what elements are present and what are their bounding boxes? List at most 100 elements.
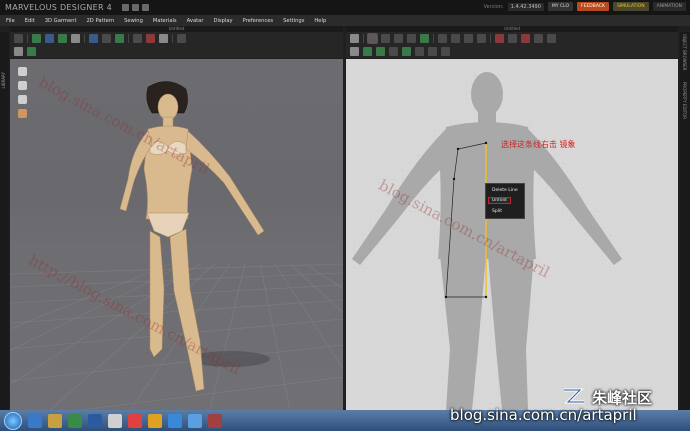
chrome-icon[interactable] bbox=[128, 413, 142, 428]
select-move-icon[interactable] bbox=[45, 34, 54, 43]
circle-icon[interactable] bbox=[451, 34, 460, 43]
photoshop-icon[interactable] bbox=[88, 413, 102, 428]
edit-point-icon[interactable] bbox=[381, 34, 390, 43]
garment-display-icon[interactable] bbox=[14, 47, 23, 56]
menu-avatar[interactable]: Avatar bbox=[187, 18, 204, 24]
3d-floor-grid bbox=[10, 81, 343, 410]
title-bar-right: Version: 1.4.42.3490 MY CLO FEEDBACK SIM… bbox=[484, 2, 686, 11]
texture-edit-icon[interactable] bbox=[402, 47, 411, 56]
menu-settings[interactable]: Settings bbox=[283, 18, 304, 24]
measure-icon[interactable] bbox=[115, 34, 124, 43]
free-sewing-icon[interactable] bbox=[508, 34, 517, 43]
2d-pattern-grid bbox=[346, 59, 678, 410]
save-icon[interactable] bbox=[122, 4, 130, 11]
undo-icon[interactable] bbox=[132, 4, 140, 11]
thick-render-icon[interactable] bbox=[27, 47, 36, 56]
menu-2d-pattern[interactable]: 2D Pattern bbox=[87, 18, 115, 24]
body-icon[interactable] bbox=[18, 81, 27, 90]
toolbar-divider bbox=[84, 34, 85, 43]
pin-2d-icon[interactable] bbox=[415, 47, 424, 56]
ie-icon[interactable] bbox=[28, 413, 42, 428]
app-icon[interactable] bbox=[108, 413, 122, 428]
fold-arrangement-icon[interactable] bbox=[58, 34, 67, 43]
menu-display[interactable]: Display bbox=[213, 18, 232, 24]
menu-bar: File Edit 3D Garment 2D Pattern Sewing M… bbox=[0, 15, 690, 26]
dart-icon[interactable] bbox=[477, 34, 486, 43]
segment-sewing-icon[interactable] bbox=[495, 34, 504, 43]
arrangement-icon[interactable] bbox=[89, 34, 98, 43]
qq-icon[interactable] bbox=[168, 413, 182, 428]
toolbar-divider bbox=[172, 34, 173, 43]
polygon-icon[interactable] bbox=[420, 34, 429, 43]
edit-curvature-icon[interactable] bbox=[394, 34, 403, 43]
my-clo-button[interactable]: MY CLO bbox=[547, 2, 574, 11]
property-editor-tab[interactable]: PROPERTY EDITOR bbox=[682, 82, 687, 119]
explorer-icon[interactable] bbox=[48, 413, 62, 428]
topstitch-icon[interactable] bbox=[428, 47, 437, 56]
marvelous-designer-window: MARVELOUS DESIGNER 4 Version: 1.4.42.349… bbox=[0, 0, 690, 431]
annotation-note: 选择这条线右击 镜象 bbox=[501, 140, 576, 149]
brand-url: blog.sina.com.cn/artapril bbox=[450, 406, 637, 424]
menu-file[interactable]: File bbox=[6, 18, 15, 24]
camera-icon[interactable] bbox=[177, 34, 186, 43]
tack-icon[interactable] bbox=[534, 34, 543, 43]
menu-help[interactable]: Help bbox=[314, 18, 326, 24]
menu-edit[interactable]: Edit bbox=[25, 18, 35, 24]
feedback-button[interactable]: FEEDBACK bbox=[577, 2, 609, 11]
style-line-icon[interactable] bbox=[146, 34, 155, 43]
rectangle-icon[interactable] bbox=[438, 34, 447, 43]
simulation-button[interactable]: SIMULATION bbox=[612, 2, 649, 11]
zoom-icon[interactable] bbox=[441, 47, 450, 56]
grain-icon[interactable] bbox=[389, 47, 398, 56]
brand-name: 朱峰社区 bbox=[592, 389, 653, 407]
menu-unfold[interactable]: Unfold bbox=[488, 197, 511, 204]
menu-delete-line[interactable]: Delete Line bbox=[492, 188, 518, 193]
brand-logo-icon bbox=[564, 388, 584, 404]
pin-icon[interactable] bbox=[71, 34, 80, 43]
edit-sewing-icon[interactable] bbox=[521, 34, 530, 43]
start-button[interactable] bbox=[4, 411, 22, 430]
2d-toolbar-row2 bbox=[346, 45, 678, 58]
internal-polygon-icon[interactable] bbox=[464, 34, 473, 43]
garment-icon[interactable] bbox=[18, 95, 27, 104]
toolbar-divider bbox=[490, 34, 491, 43]
object-browser-tab[interactable]: OBJECT BROWSER bbox=[682, 34, 687, 71]
quick-access-icons bbox=[122, 4, 150, 11]
3d-garment-viewport[interactable] bbox=[10, 59, 343, 410]
3d-toolbar-row1 bbox=[10, 32, 343, 45]
refresh-icon[interactable] bbox=[350, 34, 359, 43]
notch-icon[interactable] bbox=[363, 47, 372, 56]
app-title: MARVELOUS DESIGNER 4 bbox=[5, 3, 113, 12]
gmail-icon[interactable] bbox=[148, 413, 162, 428]
fold-icon[interactable] bbox=[547, 34, 556, 43]
edit-pattern-icon[interactable] bbox=[367, 33, 378, 44]
texture-icon[interactable] bbox=[133, 34, 142, 43]
pattern-view-icon[interactable] bbox=[350, 47, 359, 56]
redo-icon[interactable] bbox=[142, 4, 150, 11]
skin-icon[interactable] bbox=[18, 109, 27, 118]
marvelous-taskbar-icon[interactable] bbox=[208, 413, 222, 428]
menu-preferences[interactable]: Preferences bbox=[243, 18, 274, 24]
simulate-icon[interactable] bbox=[14, 34, 23, 43]
library-strip: LIBRARY bbox=[0, 32, 9, 410]
context-menu: Delete Line Unfold Split bbox=[485, 183, 525, 219]
menu-3d-garment[interactable]: 3D Garment bbox=[45, 18, 77, 24]
2d-toolbar-row1 bbox=[346, 32, 678, 45]
add-point-icon[interactable] bbox=[407, 34, 416, 43]
menu-split[interactable]: Split bbox=[492, 209, 502, 214]
strain-map-icon[interactable] bbox=[102, 34, 111, 43]
network-icon[interactable] bbox=[188, 413, 202, 428]
library-tab[interactable]: LIBRARY bbox=[1, 72, 6, 88]
version-label: Version: bbox=[483, 3, 504, 10]
brand-watermark: 朱峰社区 blog.sina.com.cn/artapril bbox=[450, 385, 690, 431]
menu-sewing[interactable]: Sewing bbox=[124, 18, 143, 24]
avatar-display-icon[interactable] bbox=[159, 34, 168, 43]
toolbar-divider bbox=[27, 34, 28, 43]
menu-materials[interactable]: Materials bbox=[153, 18, 177, 24]
avatar-icon[interactable] bbox=[18, 67, 27, 76]
animation-button[interactable]: ANIMATION bbox=[652, 2, 686, 11]
media-icon[interactable] bbox=[68, 413, 82, 428]
trace-icon[interactable] bbox=[376, 47, 385, 56]
2d-pattern-window[interactable]: 选择这条线右击 镜象 Delete Line Unfold Split bbox=[346, 59, 678, 410]
select-mesh-icon[interactable] bbox=[32, 34, 41, 43]
